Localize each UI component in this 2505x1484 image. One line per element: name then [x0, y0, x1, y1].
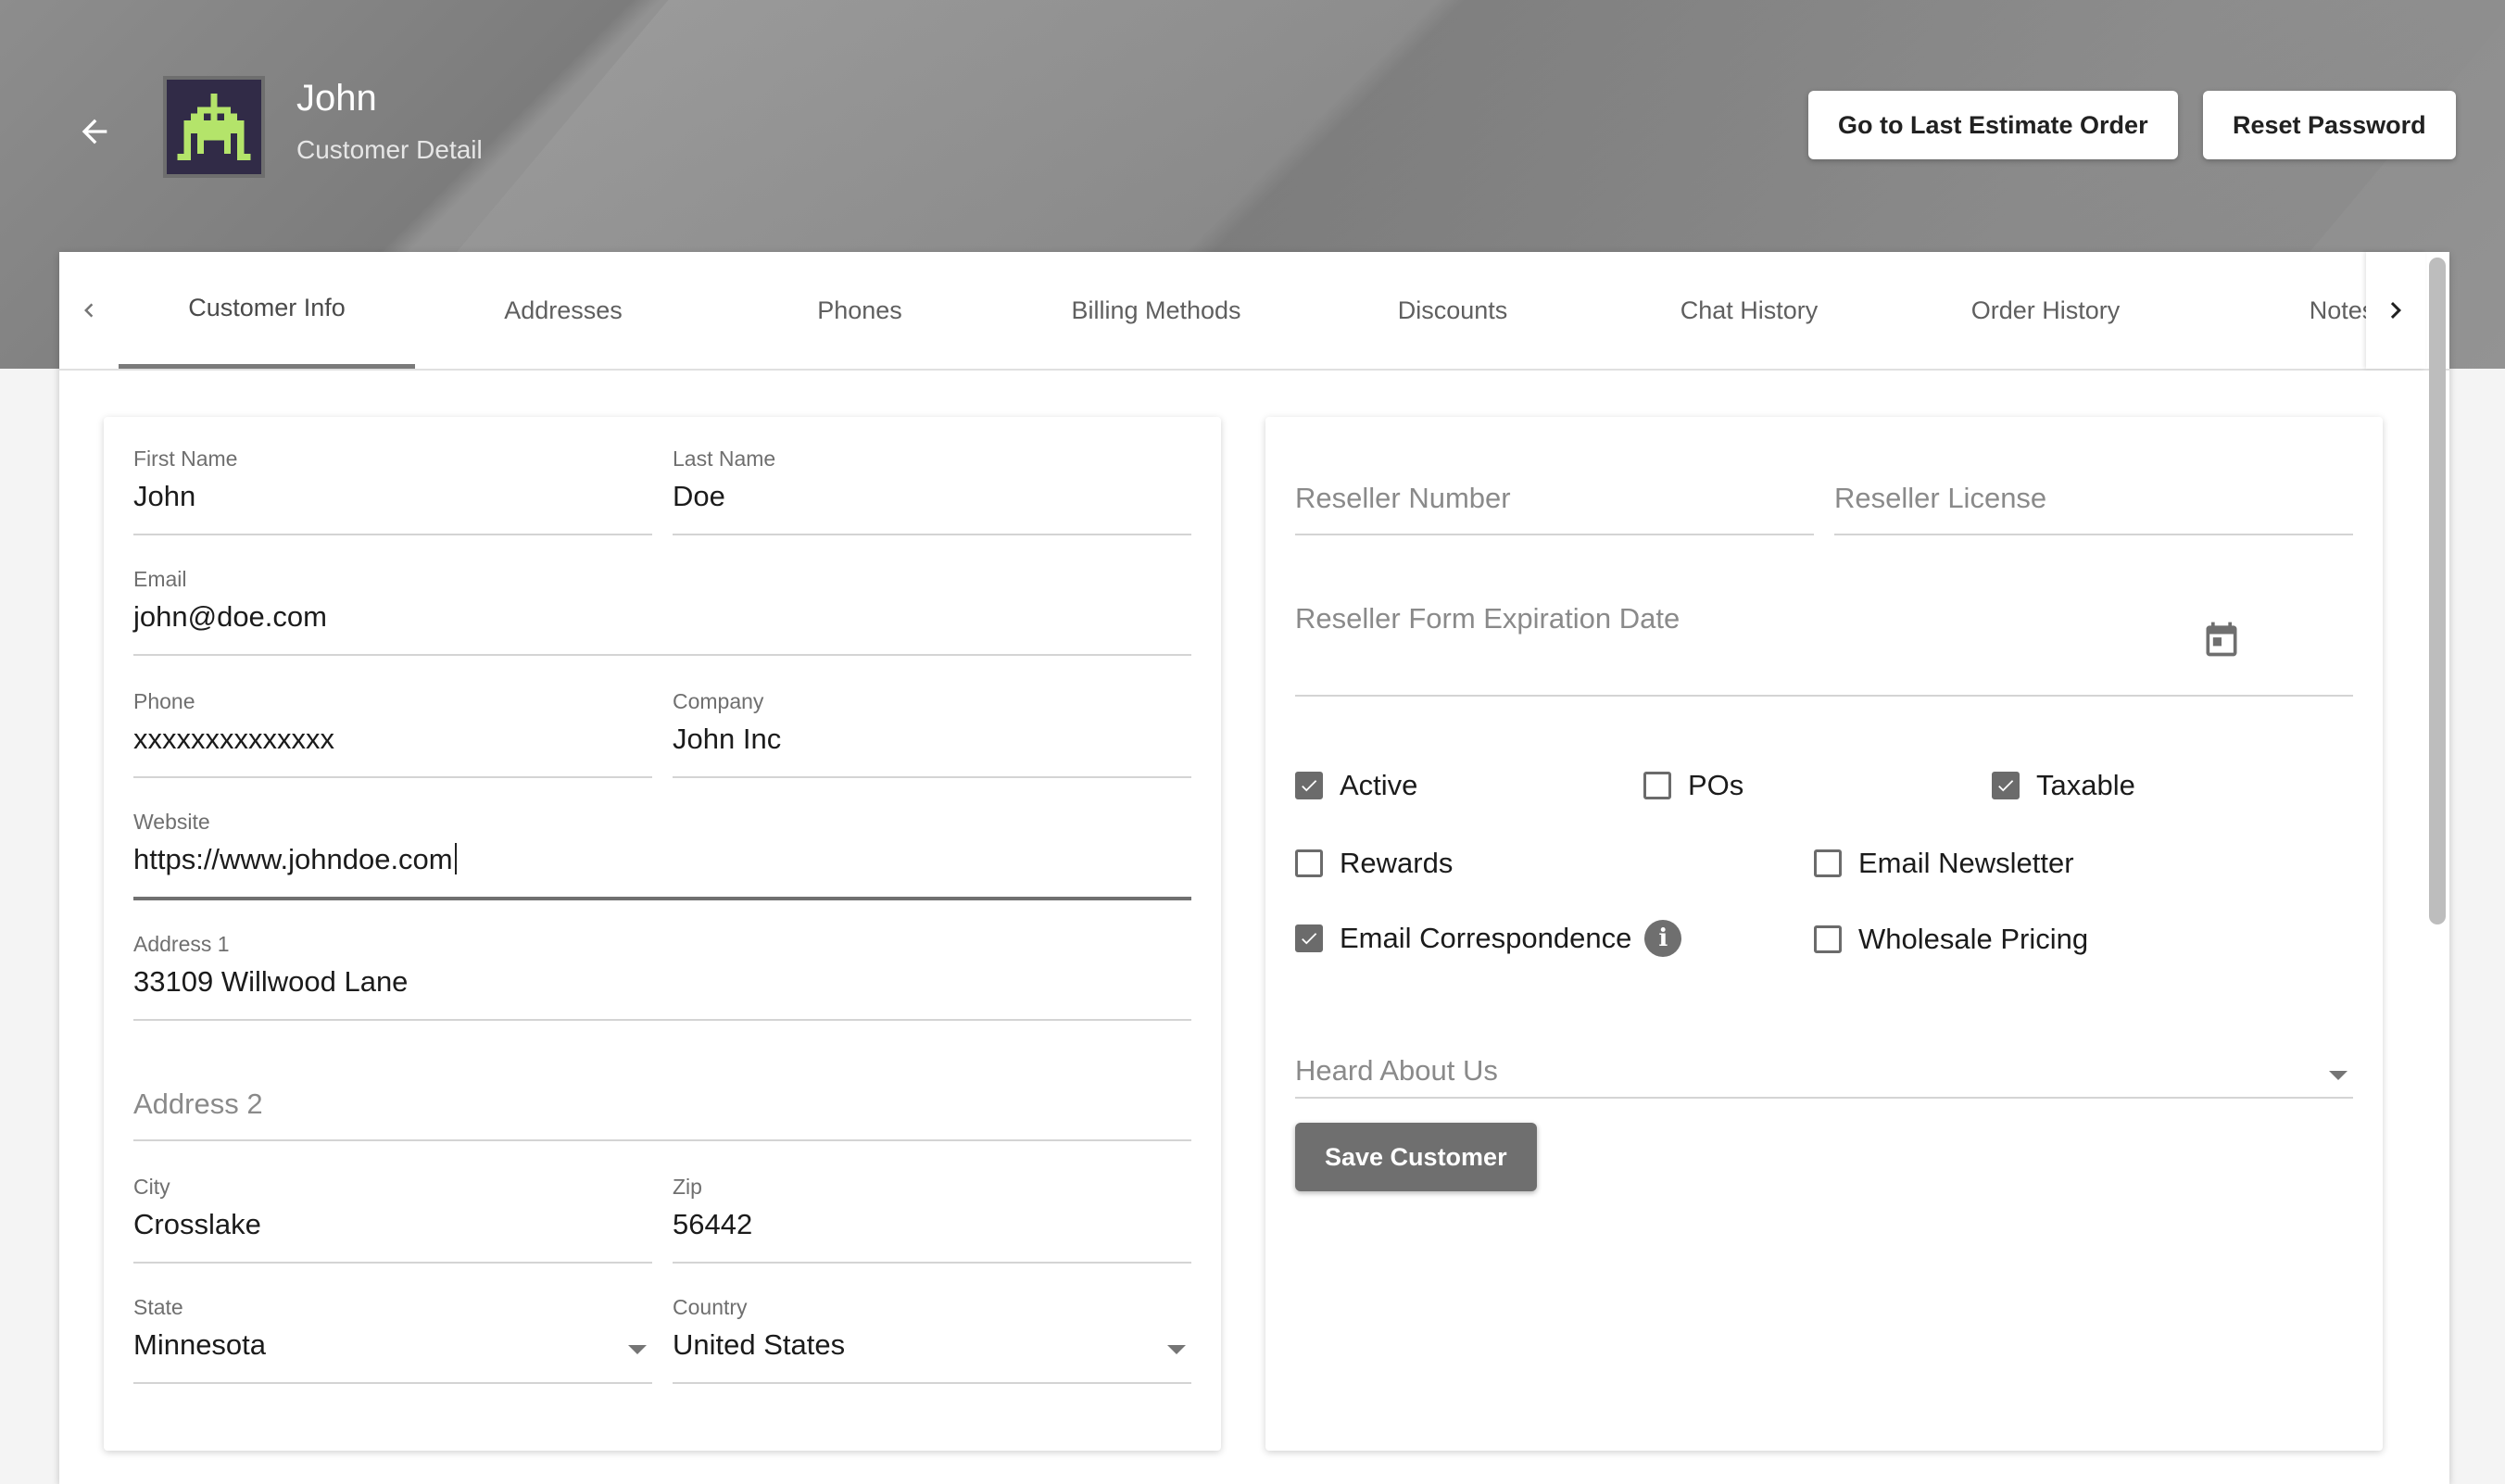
arrow-left-icon — [82, 119, 107, 145]
website-field[interactable]: Website https://www.johndoe.com — [133, 810, 1191, 900]
last-name-value: Doe — [673, 480, 725, 512]
page-scrollbar[interactable] — [2429, 258, 2446, 924]
page-title: John — [296, 78, 377, 119]
email-value: john@doe.com — [133, 600, 327, 633]
check-icon — [1302, 933, 1317, 945]
last-name-field[interactable]: Last Name Doe — [673, 446, 1191, 535]
save-customer-button[interactable]: Save Customer — [1295, 1123, 1537, 1191]
phone-value: xxxxxxxxxxxxxx — [133, 723, 334, 755]
page-subtitle: Customer Detail — [296, 135, 483, 164]
chevron-right-icon — [2390, 302, 2401, 319]
reseller-license-field[interactable]: Reseller License — [1834, 446, 2353, 535]
tab-addresses[interactable]: Addresses — [415, 252, 711, 369]
tab-order-history[interactable]: Order History — [1897, 252, 2194, 369]
caret-down-icon — [1167, 1345, 1186, 1354]
tab-customer-info[interactable]: Customer Info — [119, 252, 415, 369]
pos-checkbox[interactable]: POs — [1643, 769, 1743, 802]
address1-field[interactable]: Address 1 33109 Willwood Lane — [133, 932, 1191, 1021]
email-correspondence-checkbox[interactable]: Email Correspondence i — [1295, 920, 1682, 957]
avatar — [163, 76, 265, 178]
first-name-field[interactable]: First Name John — [133, 446, 652, 535]
active-checkbox[interactable]: Active — [1295, 769, 1417, 802]
country-select[interactable]: Country United States — [673, 1295, 1191, 1384]
info-icon[interactable]: i — [1644, 920, 1682, 957]
state-select[interactable]: State Minnesota — [133, 1295, 652, 1384]
taxable-checkbox[interactable]: Taxable — [1992, 769, 2135, 802]
rewards-checkbox[interactable]: Rewards — [1295, 847, 1453, 880]
caret-down-icon — [2329, 1071, 2348, 1080]
heard-about-us-select[interactable]: Heard About Us — [1295, 1010, 2353, 1099]
zip-field[interactable]: Zip 56442 — [673, 1175, 1191, 1264]
tab-notes[interactable]: Notes — [2194, 252, 2490, 369]
tab-bar: Customer Info Addresses Phones Billing M… — [59, 252, 2449, 371]
address2-field[interactable]: Address 2 — [133, 1052, 1191, 1141]
check-icon — [1302, 780, 1317, 792]
tab-chat-history[interactable]: Chat History — [1601, 252, 1897, 369]
reseller-expiration-date-field[interactable]: Reseller Form Expiration Date — [1295, 567, 2353, 697]
tab-billing-methods[interactable]: Billing Methods — [1008, 252, 1304, 369]
chevron-left-icon — [84, 303, 94, 318]
calendar-button[interactable] — [2201, 619, 2242, 664]
caret-down-icon — [628, 1345, 647, 1354]
website-value: https://www.johndoe.com — [133, 843, 453, 875]
contact-info-panel: First Name John Last Name Doe Email john… — [104, 417, 1221, 1451]
reset-password-button[interactable]: Reset Password — [2203, 91, 2456, 159]
customer-card: Customer Info Addresses Phones Billing M… — [59, 252, 2449, 1484]
account-settings-panel: Reseller Number Reseller License Reselle… — [1265, 417, 2383, 1451]
text-caret — [454, 843, 457, 874]
state-value: Minnesota — [133, 1328, 267, 1361]
phone-field[interactable]: Phone xxxxxxxxxxxxxx — [133, 689, 652, 778]
last-estimate-order-button[interactable]: Go to Last Estimate Order — [1808, 91, 2178, 159]
address2-placeholder: Address 2 — [133, 1088, 263, 1120]
country-value: United States — [673, 1328, 846, 1361]
calendar-icon — [2206, 622, 2237, 657]
tab-discounts[interactable]: Discounts — [1304, 252, 1601, 369]
tab-phones[interactable]: Phones — [711, 252, 1008, 369]
wholesale-pricing-checkbox[interactable]: Wholesale Pricing — [1814, 923, 2088, 956]
first-name-value: John — [133, 480, 196, 512]
check-icon — [1998, 780, 2014, 792]
tabs-next-button[interactable] — [2366, 252, 2425, 369]
email-newsletter-checkbox[interactable]: Email Newsletter — [1814, 847, 2074, 880]
address1-value: 33109 Willwood Lane — [133, 965, 409, 998]
company-field[interactable]: Company John Inc — [673, 689, 1191, 778]
space-invader-icon — [177, 94, 251, 160]
email-field[interactable]: Email john@doe.com — [133, 567, 1191, 656]
city-value: Crosslake — [133, 1208, 261, 1240]
back-button[interactable] — [67, 104, 122, 159]
tabs-prev-button[interactable] — [59, 252, 119, 369]
company-value: John Inc — [673, 723, 782, 755]
zip-value: 56442 — [673, 1208, 753, 1240]
city-field[interactable]: City Crosslake — [133, 1175, 652, 1264]
reseller-number-field[interactable]: Reseller Number — [1295, 446, 1814, 535]
